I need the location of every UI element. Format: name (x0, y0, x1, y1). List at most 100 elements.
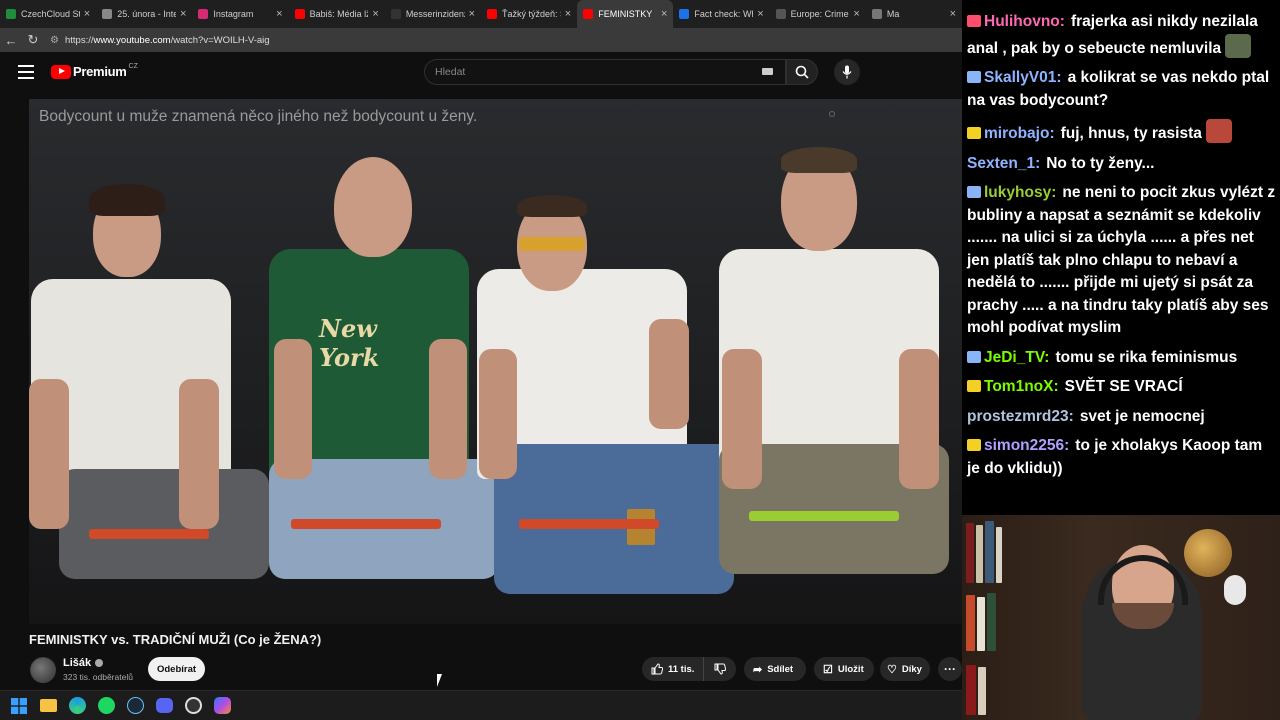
search-button[interactable] (786, 59, 818, 85)
tab-favicon-icon (390, 9, 401, 19)
chat-username[interactable]: JeDi_TV: (984, 349, 1049, 366)
site-info-icon[interactable]: ⚙ (50, 35, 59, 46)
chat-username[interactable]: simon2256: (984, 437, 1069, 454)
share-icon: ➦ (753, 663, 763, 676)
edge-browser-icon[interactable] (66, 695, 88, 717)
file-explorer-icon[interactable] (37, 695, 59, 717)
more-actions-button[interactable]: ··· (938, 657, 962, 681)
tab-1[interactable]: 25. února - Interv × (96, 0, 192, 28)
channel-name-text: Lišák (63, 657, 92, 669)
chat-username[interactable]: lukyhosy: (984, 184, 1056, 201)
tab-6[interactable]: FEMINISTKY × (577, 0, 674, 28)
chat-username[interactable]: Sexten_1: (967, 155, 1040, 172)
tab-label: Europe: Crime Ind (790, 9, 850, 19)
tab-9[interactable]: Ma × (866, 0, 962, 28)
thanks-button[interactable]: ♡ Díky (880, 657, 930, 681)
dislike-button[interactable] (704, 657, 736, 681)
channel-avatar[interactable] (30, 657, 56, 683)
video-caption: Bodycount u muže znamená něco jiného než… (39, 108, 478, 125)
chat-username[interactable]: SkallyV01: (984, 69, 1062, 86)
chat-badge-icon (967, 15, 981, 27)
chat-badge-icon (967, 127, 981, 139)
tab-close-icon[interactable]: × (565, 8, 571, 20)
chat-badge-icon (967, 439, 981, 451)
reload-button[interactable]: ↻ (22, 29, 44, 51)
youtube-logo[interactable]: Premium CZ (51, 63, 138, 79)
chat-username[interactable]: Hulihovno: (984, 13, 1065, 30)
url-host: www.youtube.com (93, 34, 171, 46)
back-button[interactable]: ← (0, 29, 22, 51)
chat-username[interactable]: Tom1noX: (984, 378, 1059, 395)
screen: CzechCloud Strea×25. února - Interv×Inst… (0, 0, 1280, 720)
tab-7[interactable]: Fact check: Which × (673, 0, 769, 28)
menu-icon[interactable] (18, 65, 34, 79)
chat-message: Hulihovno: frajerka asi nikdy nezilala an… (967, 11, 1276, 60)
tab-label: Babiš: Média lžou (309, 9, 369, 19)
logo-text: Premium (73, 64, 127, 79)
keyboard-icon[interactable] (762, 68, 773, 75)
tab-label: 25. února - Interv (117, 9, 176, 19)
like-dislike-group: 11 tis. (642, 657, 736, 681)
voice-search-button[interactable] (834, 59, 860, 85)
chat-badge-icon (967, 350, 981, 363)
tab-close-icon[interactable]: × (276, 8, 282, 20)
search-icon (795, 65, 809, 79)
video-title: FEMINISTKY vs. TRADIČNÍ MUŽI (Co je ŽENA… (29, 632, 322, 647)
url-field[interactable]: ⚙ https://www.youtube.com/watch?v=WOILH-… (50, 31, 962, 49)
chat-text: tomu se rika feminismus (1055, 348, 1238, 366)
tab-5[interactable]: Ťažký týždeň: Slov × (481, 0, 577, 28)
browser-window: CzechCloud Strea×25. února - Interv×Inst… (0, 0, 962, 690)
tab-8[interactable]: Europe: Crime Ind× (770, 0, 866, 28)
discord-icon[interactable] (153, 695, 175, 717)
steam-icon[interactable] (124, 695, 146, 717)
tab-favicon-icon (487, 9, 498, 19)
webcam-feed (962, 515, 1280, 720)
spotify-icon[interactable] (95, 695, 117, 717)
tab-4[interactable]: Messerinzidenz × (385, 0, 481, 28)
tab-close-icon[interactable]: × (84, 8, 90, 20)
channel-name[interactable]: Lišák (63, 657, 104, 669)
tab-0[interactable]: CzechCloud Strea × (0, 0, 96, 28)
tab-close-icon[interactable]: × (757, 8, 763, 20)
obs-icon[interactable] (182, 695, 204, 717)
share-button[interactable]: ➦ Sdílet (744, 657, 806, 681)
thanks-label: Díky (901, 663, 922, 675)
tab-2[interactable]: Instagram × (192, 0, 288, 28)
like-button[interactable]: 11 tis. (642, 657, 704, 681)
video-player[interactable]: New York Bodycount u muže znamená něco j… (29, 99, 962, 624)
chat-text: ne neni to pocit zkus vylézt z bubliny a… (967, 184, 1276, 336)
more-icon: ··· (944, 662, 956, 676)
chat-text: SVĚT SE VRACÍ (1064, 378, 1183, 395)
copilot-icon[interactable] (211, 695, 233, 717)
search-input[interactable]: Hledat (424, 59, 786, 85)
tab-favicon-icon (679, 9, 690, 19)
tab-close-icon[interactable]: × (180, 8, 186, 20)
chat-username[interactable]: mirobajo: (984, 125, 1055, 142)
tab-label: Messerinzidenz (405, 9, 465, 19)
tab-close-icon[interactable]: × (950, 8, 956, 20)
tab-label: Fact check: Which (694, 9, 753, 19)
chat-message: JeDi_TV: tomu se rika feminismus (967, 347, 1276, 370)
chat-badge-icon (967, 71, 981, 83)
tab-label: Ma (886, 9, 900, 19)
chat-text: fuj, hnus, ty rasista (1060, 125, 1202, 142)
country-code: CZ (128, 63, 138, 70)
chat-message: lukyhosy: ne neni to pocit zkus vylézt z … (967, 182, 1276, 340)
tab-favicon-icon (871, 9, 882, 19)
save-button[interactable]: ☑ Uložit (814, 657, 874, 681)
tab-close-icon[interactable]: × (372, 8, 378, 20)
tab-close-icon[interactable]: × (469, 8, 475, 20)
thumbs-down-icon (714, 663, 726, 675)
tab-close-icon[interactable]: × (853, 8, 859, 20)
save-label: Uložit (837, 663, 864, 675)
tab-close-icon[interactable]: × (661, 8, 667, 20)
microphone-icon (842, 65, 852, 79)
tab-3[interactable]: Babiš: Média lžou× (289, 0, 385, 28)
tab-favicon-icon (198, 9, 209, 19)
subscribe-button[interactable]: Odebírat (148, 657, 205, 681)
chat-username[interactable]: prostezmrd23: (967, 408, 1074, 425)
tab-label: FEMINISTKY (598, 9, 653, 19)
windows-start-icon[interactable] (8, 695, 30, 717)
chat-text: svet je nemocnej (1079, 407, 1205, 425)
tab-favicon-icon (583, 9, 594, 19)
